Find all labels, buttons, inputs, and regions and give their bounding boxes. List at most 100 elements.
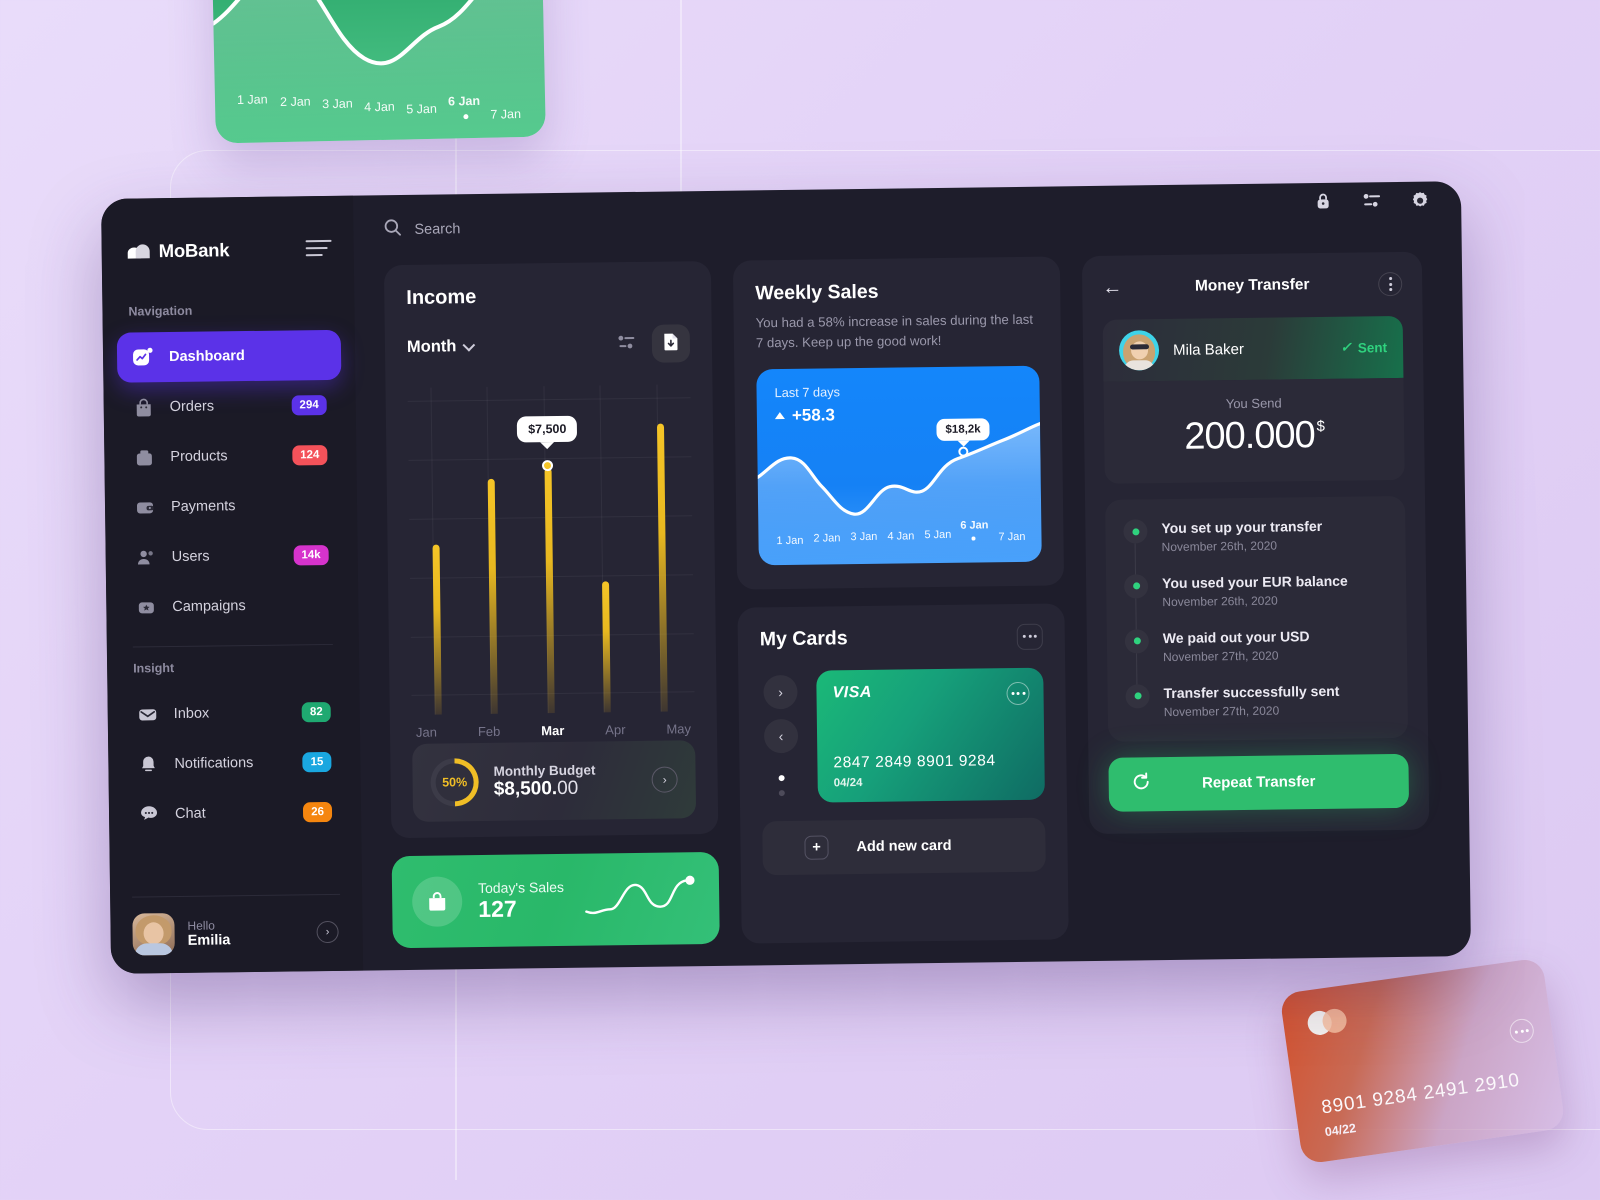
sidebar-item-notifications[interactable]: Notifications 15 [122, 737, 347, 790]
sidebar-item-inbox[interactable]: Inbox 82 [121, 687, 346, 740]
add-new-card-label: Add new card [856, 837, 952, 855]
x-label-jan: Jan [415, 724, 438, 740]
search-input[interactable]: Search [383, 217, 460, 242]
weekly-tooltip-point [958, 446, 969, 457]
todays-sales-card[interactable]: Today's Sales 127 [391, 851, 720, 949]
day-label: 3 Jan [321, 96, 353, 112]
bar-mar[interactable] [544, 467, 555, 714]
profile-chevron-icon[interactable]: › [316, 920, 339, 944]
day-label: 5 Jan [406, 101, 437, 117]
timeline-title: Transfer successfully sent [1163, 682, 1340, 701]
search-icon [383, 218, 402, 242]
day-label: 2 Jan [279, 94, 311, 110]
sidebar-item-products[interactable]: Products 124 [118, 430, 343, 483]
green-card-day-labels: 1 Jan 2 Jan 3 Jan 4 Jan 5 Jan 6 Jan 7 Ja… [215, 85, 546, 132]
income-tooltip-dot [542, 460, 554, 472]
sidebar-badge-orders: 294 [291, 394, 327, 416]
sidebar-item-orders[interactable]: Orders 294 [117, 380, 342, 433]
monthly-budget-card[interactable]: 50% Monthly Budget $8,500.00 › [412, 740, 697, 822]
income-title: Income [406, 286, 477, 309]
card-expiry: 04/22 [1323, 1120, 1357, 1140]
sidebar-item-dashboard[interactable]: Dashboard [116, 329, 342, 383]
budget-amount-main: $8,500. [493, 777, 558, 800]
sidebar-item-label: Products [170, 448, 228, 466]
prev-card-button[interactable]: ‹ [763, 718, 799, 753]
day-label: 4 Jan [887, 529, 915, 543]
card-number: 2847 2849 8901 9284 [833, 751, 996, 771]
visa-card[interactable]: VISA 2847 2849 8901 9284 04/24 [816, 667, 1045, 803]
users-icon [135, 546, 157, 568]
sidebar-item-label: Users [171, 548, 210, 566]
gear-icon[interactable] [1409, 190, 1431, 212]
todays-sales-label: Today's Sales [477, 878, 565, 896]
you-send-label: You Send [1225, 395, 1282, 412]
transfer-amount-box: You Send 200.000 $ [1103, 377, 1405, 484]
transfer-amount-value: 200.000 [1184, 414, 1315, 458]
my-cards-title: My Cards [759, 627, 848, 651]
active-day-dot [463, 114, 469, 120]
download-report-button[interactable] [651, 324, 691, 363]
weekly-sales-card: Weekly Sales You had a 58% increase in s… [732, 256, 1065, 590]
day-label: 2 Jan [813, 531, 841, 545]
bar-jan[interactable] [432, 544, 442, 715]
timeline-title: You set up your transfer [1161, 517, 1323, 537]
lock-icon[interactable] [1313, 191, 1335, 213]
bar-apr[interactable] [602, 581, 612, 713]
hamburger-icon[interactable] [305, 239, 332, 261]
card-expiry: 04/24 [833, 776, 863, 789]
kebab-icon[interactable] [1378, 271, 1403, 297]
weekly-badge-value: +58.3 [774, 405, 835, 426]
status-text: Sent [1357, 339, 1388, 355]
budget-chevron-icon[interactable]: › [651, 766, 678, 793]
sliders-icon[interactable] [616, 331, 638, 356]
bar-may[interactable] [657, 423, 668, 712]
add-new-card-button[interactable]: + Add new card [762, 817, 1046, 875]
floating-credit-card[interactable]: 8901 9284 2491 2910 04/22 [1279, 957, 1566, 1165]
timeline-date: November 26th, 2020 [1162, 593, 1278, 609]
income-bar-chart: $7,500 [407, 384, 695, 715]
sidebar-item-users[interactable]: Users 14k [119, 530, 344, 583]
timeline-dot-icon [1123, 574, 1149, 599]
income-card: Income Month $7,500 Jan Feb Mar Apr May … [383, 260, 719, 839]
bag-icon [133, 396, 155, 418]
visa-logo: VISA [832, 683, 872, 701]
bell-icon [137, 753, 159, 775]
carousel-pager[interactable] [778, 774, 785, 796]
profile-section[interactable]: Hello Emilia › [110, 893, 363, 956]
sliders-icon[interactable] [1361, 190, 1383, 212]
triangle-up-icon [774, 412, 785, 420]
dots-icon[interactable] [1006, 681, 1030, 705]
x-label-apr: Apr [605, 722, 626, 738]
repeat-transfer-button[interactable]: Repeat Transfer [1108, 753, 1410, 812]
period-dropdown[interactable]: Month [406, 336, 476, 357]
card-number: 8901 9284 2491 2910 [1320, 1069, 1522, 1119]
active-day-dot [971, 536, 976, 541]
transfer-amount: 200.000 $ [1184, 414, 1324, 459]
profile-divider [132, 893, 341, 898]
todays-sales-sparkline [584, 872, 700, 927]
bar-feb[interactable] [487, 478, 498, 714]
period-value: Month [406, 336, 457, 356]
budget-amount-cents: 00 [557, 777, 579, 799]
sidebar-item-campaigns[interactable]: Campaigns [120, 580, 345, 633]
day-label: 1 Jan [236, 92, 268, 107]
dots-icon[interactable] [1016, 623, 1043, 650]
weekly-badge-label: Last 7 days [774, 383, 841, 400]
sidebar-item-payments[interactable]: Payments [119, 480, 344, 533]
sidebar-item-chat[interactable]: Chat 26 [123, 787, 348, 840]
transfer-recipient-row[interactable]: Mila Baker ✓ Sent [1102, 315, 1404, 382]
card-carousel-nav: › ‹ [760, 670, 802, 803]
column-middle: Weekly Sales You had a 58% increase in s… [732, 256, 1069, 944]
weekly-sales-chart: Last 7 days +58.3 $18,2k 1 Jan 2 Jan 3 J… [756, 365, 1042, 565]
next-card-button[interactable]: › [763, 674, 798, 709]
money-transfer-card: ← Money Transfer Mila Baker ✓ Sent You Se… [1081, 251, 1430, 834]
weekly-day-labels: 1 Jan 2 Jan 3 Jan 4 Jan 5 Jan 6 Jan 7 Ja… [758, 517, 1041, 555]
x-label-may: May [666, 721, 692, 737]
plus-icon: + [804, 835, 829, 860]
dots-icon[interactable] [1508, 1017, 1536, 1045]
wallet-icon [134, 496, 156, 518]
timeline-date: November 27th, 2020 [1163, 703, 1280, 719]
x-label-mar-active: Mar [541, 722, 565, 739]
day-label: 1 Jan [776, 534, 804, 547]
x-label-feb: Feb [477, 723, 501, 740]
